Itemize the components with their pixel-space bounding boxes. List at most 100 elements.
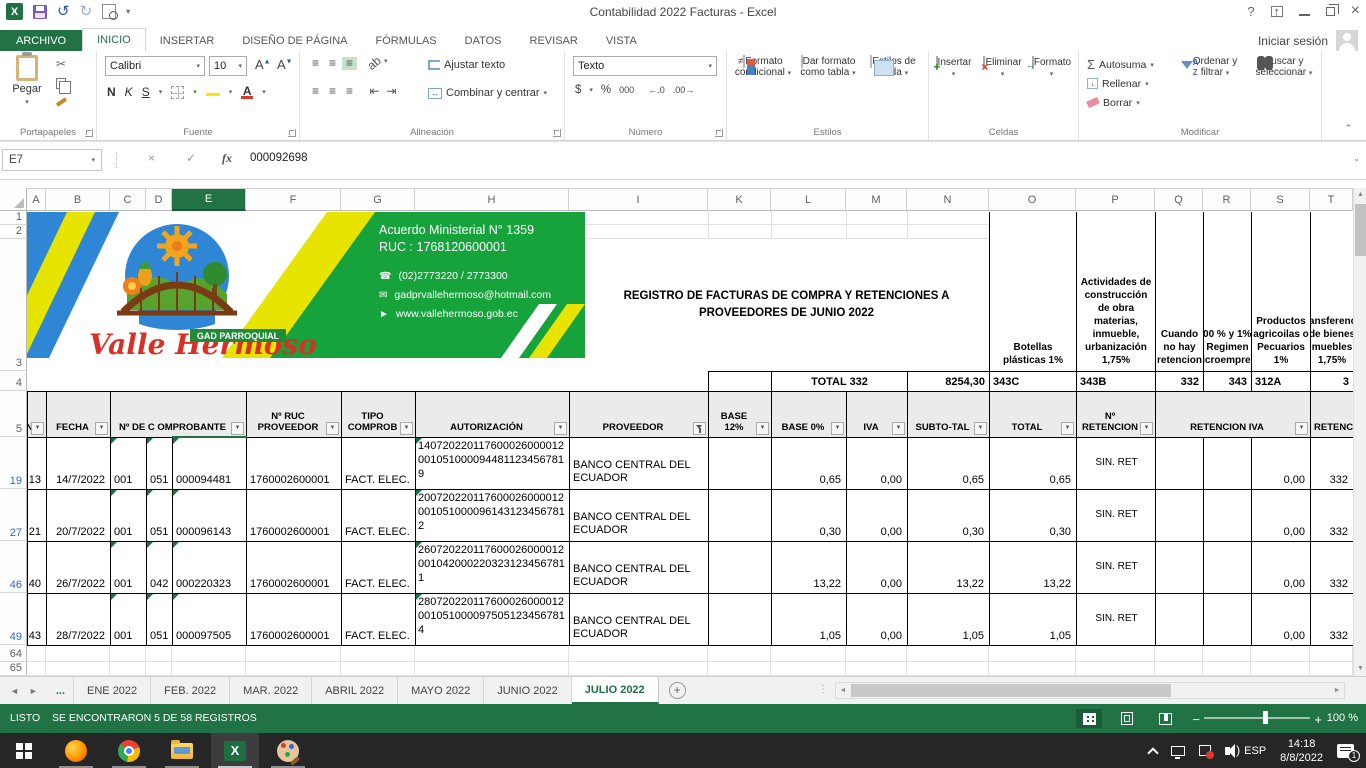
sort-filter-button[interactable]: AZ Ordenar y filtrar ▾ [1184,56,1246,79]
cell[interactable]: 1760002600001 [247,594,342,646]
total-code-s[interactable]: 312A [1252,372,1311,391]
sheet-tab[interactable]: MAR. 2022 [230,677,312,704]
filter-icon[interactable]: ▼ [95,422,108,435]
fill-color-icon[interactable] [206,85,220,99]
col-header-subtotal[interactable]: SUBTO-TAL▼ [908,392,990,438]
align-right-icon[interactable]: ≡ [342,85,357,98]
cell-empty[interactable] [1156,594,1204,646]
scroll-right-icon[interactable]: ► [1330,683,1344,698]
filter-icon[interactable]: ▼ [326,422,339,435]
restore-icon[interactable] [1326,7,1335,16]
scroll-down-icon[interactable]: ▼ [1354,662,1366,676]
zoom-slider-thumb[interactable] [1263,711,1268,724]
cell[interactable]: 051 [147,438,173,490]
volume-icon[interactable] [1225,747,1230,755]
row-header[interactable]: 1 [0,211,27,225]
cell[interactable]: SIN. RET [1077,490,1156,542]
filter-active-icon[interactable] [693,422,706,435]
col-header-ruc[interactable]: Nº RUC PROVEEDOR▼ [247,392,342,438]
cell[interactable]: 1,05 [772,594,847,646]
percent-format-icon[interactable]: % [601,84,611,96]
page-layout-view-icon[interactable] [1114,709,1140,728]
autosum-button[interactable]: ΣAutosuma▾ [1087,55,1154,74]
scroll-left-icon[interactable]: ◄ [836,683,850,698]
cell-empty[interactable] [1156,438,1204,490]
cell[interactable]: 40 [28,542,47,594]
sheet-tab[interactable]: JUNIO 2022 [484,677,572,704]
cell-proveedor[interactable]: BANCO CENTRAL DEL ECUADOR [570,490,709,542]
cell-autorizacion[interactable]: 2807202201176000260000120010510000975051… [416,594,570,646]
delete-cells-button[interactable]: × Eliminar▾ [979,57,1026,80]
cell[interactable]: 21 [28,490,47,542]
zoom-level[interactable]: 100 % [1327,712,1358,724]
cell[interactable]: 0,65 [990,438,1077,490]
total-label[interactable]: TOTAL 332 [772,372,908,391]
normal-view-icon[interactable] [1076,709,1102,728]
format-painter-icon[interactable] [56,97,67,107]
borders-icon[interactable] [171,86,184,99]
filter-icon[interactable]: ▼ [831,422,844,435]
cell-empty[interactable] [1204,594,1252,646]
underline-dropdown-icon[interactable]: ▾ [159,88,163,96]
column-header[interactable]: B [46,189,110,211]
add-sheet-icon[interactable]: + [669,682,686,699]
find-select-button[interactable]: Buscar y seleccionar ▾ [1251,56,1317,79]
zoom-slider-track[interactable] [1204,717,1310,719]
cell[interactable]: 1760002600001 [247,438,342,490]
horizontal-scrollbar[interactable]: ◄ ► [835,682,1345,699]
col-header-base0[interactable]: BASE 0%▼ [772,392,847,438]
sheet-nav-left-icon[interactable]: ◄ [10,686,19,696]
taskbar-paint[interactable] [264,733,312,768]
column-header[interactable]: P [1076,189,1155,211]
network-icon[interactable] [1171,746,1185,756]
cell-styles-button[interactable]: Estilos de celda ▾ [861,56,925,79]
avatar-icon[interactable] [1336,30,1358,52]
align-bottom-icon[interactable]: ≡ [342,57,357,70]
tab-archivo[interactable]: ARCHIVO [0,30,82,51]
column-header[interactable]: M [846,189,907,211]
comma-format-icon[interactable]: 000 [619,85,634,95]
notification-icon[interactable]: 1 [1337,744,1354,758]
filter-icon[interactable]: ▼ [31,422,44,435]
clear-button[interactable]: Borrar▾ [1087,93,1154,112]
cell[interactable]: 1,05 [990,594,1077,646]
filter-icon[interactable]: ▼ [400,422,413,435]
language-indicator[interactable]: ESP [1244,745,1266,757]
start-button[interactable] [0,733,48,768]
scroll-up-icon[interactable]: ▲ [1354,188,1366,202]
vertical-scroll-thumb[interactable] [1355,204,1366,256]
cell[interactable]: 0,65 [908,438,990,490]
clipboard-dialog-launcher-icon[interactable] [85,129,93,137]
format-cells-button[interactable]: ↔ Formato▾ [1028,57,1075,80]
row-header[interactable]: 65 [0,662,27,676]
cell[interactable]: SIN. RET [1077,594,1156,646]
italic-button[interactable]: K [125,85,133,99]
filter-icon[interactable]: ▼ [974,422,987,435]
zoom-in-icon[interactable]: + [1314,712,1322,727]
formula-input[interactable]: 000092698 [250,152,308,164]
col-header-fecha[interactable]: FECHA▼ [47,392,111,438]
vertical-scrollbar[interactable]: ▲ ▼ [1353,188,1366,676]
column-header[interactable]: R [1203,189,1251,211]
cell[interactable]: 001 [111,542,147,594]
sheet-tab[interactable]: ENE 2022 [74,677,151,704]
col-header-n[interactable]: Nº▼ [28,392,47,438]
collapse-ribbon-icon[interactable]: ⌃ [1344,123,1352,134]
row-header-filtered[interactable]: 19 [0,437,27,489]
clock[interactable]: 14:18 8/8/2022 [1280,737,1323,765]
cell[interactable]: FACT. ELEC. [342,542,416,594]
filter-icon[interactable]: ▼ [892,422,905,435]
filter-icon[interactable]: ▼ [231,422,244,435]
name-box[interactable]: E7▾ [2,149,102,171]
cell[interactable]: 051 [147,594,173,646]
cell[interactable]: 1760002600001 [247,542,342,594]
tray-expand-icon[interactable] [1147,747,1158,758]
copy-icon[interactable] [56,78,66,89]
cell[interactable]: 000096143 [173,490,247,542]
tax-header-transferencia[interactable]: Transferencia de bienes muebles 1,75% [1311,212,1354,371]
sign-in[interactable]: Iniciar sesión [1258,30,1358,52]
cell[interactable]: 0,30 [772,490,847,542]
tab-vista[interactable]: VISTA [592,30,651,51]
cell[interactable]: FACT. ELEC. [342,490,416,542]
tab-splitter-handle[interactable]: ⋮ [818,684,829,695]
